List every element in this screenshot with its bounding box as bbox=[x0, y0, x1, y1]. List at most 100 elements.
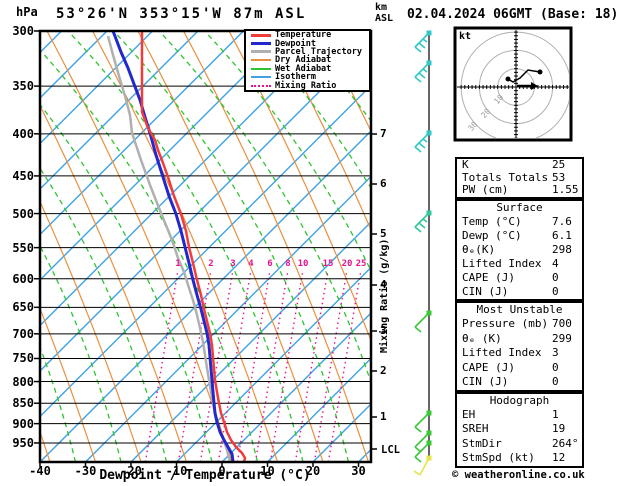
pressure-tick-label: 950 bbox=[12, 435, 34, 450]
panel-row-label: StmSpd (kt) bbox=[462, 450, 535, 464]
lcl-label: LCL bbox=[381, 444, 400, 456]
legend-color-sample-icon bbox=[251, 84, 271, 87]
pressure-tick-label: 500 bbox=[12, 206, 34, 221]
legend-color-sample-icon bbox=[251, 67, 271, 70]
pressure-tick-label: 300 bbox=[12, 24, 34, 38]
pressure-tick-label: 700 bbox=[12, 326, 34, 341]
most-unstable-panel: Most Unstable Pressure (mb) 700 θₑ (K) 299 Li… bbox=[455, 301, 584, 392]
mixing-ratio-tick-label: 8 bbox=[285, 259, 291, 269]
panel-row-label: θₑ(K) bbox=[462, 243, 496, 256]
sounding-screenshot: hPa 53°26'N 353°15'W 87m ASL 02.04.2024 … bbox=[0, 0, 629, 486]
panel-row-value: 0 bbox=[552, 271, 559, 284]
hodograph-wind-trace bbox=[507, 69, 541, 83]
pressure-tick-label: 450 bbox=[12, 168, 34, 183]
panel-row-value: 264° bbox=[552, 436, 579, 450]
pressure-tick-label: 850 bbox=[12, 396, 34, 411]
panel-row: EH 1 bbox=[457, 408, 582, 422]
pressure-tick-label: 800 bbox=[12, 374, 34, 389]
panel-row-label: K bbox=[462, 158, 469, 171]
hodograph-stats-panel: Hodograph EH 1 SREH 19 StmDir 264° StmSpd (kt) 1… bbox=[455, 392, 584, 468]
panel-row: θₑ (K) 299 bbox=[457, 332, 582, 346]
panel-row-label: CAPE (J) bbox=[462, 271, 515, 284]
pressure-axis-unit: hPa bbox=[16, 5, 38, 19]
axis-ticks bbox=[34, 30, 377, 467]
panel-row-label: CAPE (J) bbox=[462, 360, 515, 374]
panel-title: Hodograph bbox=[489, 394, 550, 407]
panel-row: CAPE (J) 0 bbox=[457, 271, 582, 285]
panel-row-value: 6.1 bbox=[552, 229, 572, 242]
panel-row-value: 0 bbox=[552, 360, 559, 374]
panel-row-value: 0 bbox=[552, 375, 559, 389]
surface-panel: Surface Temp (°C) 7.6 Dewp (°C) 6.1 θₑ(K) 298 L… bbox=[455, 199, 584, 301]
legend-color-sample-icon bbox=[251, 59, 271, 62]
panel-row: θₑ(K) 298 bbox=[457, 243, 582, 257]
panel-row: Temp (°C) 7.6 bbox=[457, 215, 582, 229]
panel-row-label: θₑ (K) bbox=[462, 331, 502, 345]
panel-row-label: Totals Totals bbox=[462, 170, 549, 184]
hodograph-unit-label: kt bbox=[459, 31, 472, 42]
panel-row: Dewp (°C) 6.1 bbox=[457, 229, 582, 243]
mixing-ratio-tick-label: 20 bbox=[341, 259, 353, 269]
mixing-ratio-tick-label: 2 bbox=[208, 259, 214, 269]
plot-border bbox=[38, 29, 373, 464]
asl-axis-unit: ASL bbox=[375, 13, 394, 24]
panel-row-label: PW (cm) bbox=[462, 183, 509, 196]
panel-row-value: 299 bbox=[552, 331, 572, 345]
panel-row-label: Lifted Index bbox=[462, 257, 542, 270]
pressure-tick-label: 900 bbox=[12, 416, 34, 431]
panel-row-label: EH bbox=[462, 408, 476, 422]
km-tick-label: 7 bbox=[380, 127, 387, 140]
panel-title: Surface bbox=[496, 201, 543, 214]
panel-row-value: 4 bbox=[552, 257, 559, 270]
panel-row: CIN (J) 0 bbox=[457, 375, 582, 389]
legend-item-label: Mixing Ratio bbox=[275, 80, 337, 91]
panel-row: CIN (J) 0 bbox=[457, 285, 582, 299]
mixing-ratio-lines bbox=[144, 269, 362, 461]
panel-row-label: Lifted Index bbox=[462, 346, 542, 360]
km-tick-label: 1 bbox=[380, 410, 387, 423]
panel-row: CAPE (J) 0 bbox=[457, 361, 582, 375]
mixing-ratio-tick-label: 10 bbox=[297, 259, 309, 269]
panel-row-value: 7.6 bbox=[552, 215, 572, 228]
mixing-ratio-tick-label: 6 bbox=[267, 259, 273, 269]
panel-row-label: Pressure (mb) bbox=[462, 317, 549, 331]
credit-footer: © weatheronline.co.uk bbox=[452, 469, 585, 481]
panel-row-value: 0 bbox=[552, 285, 559, 298]
indices-panel: K 25 Totals Totals 53 PW (cm) 1.55 bbox=[455, 157, 584, 199]
mixing-ratio-tick-label: 25 bbox=[355, 259, 367, 269]
panel-row: SREH 19 bbox=[457, 422, 582, 436]
legend-item-label: Isotherm bbox=[275, 72, 316, 83]
mixing-ratio-axis-label: Mixing Ratio (g/kg) bbox=[379, 238, 390, 353]
legend-color-sample-icon bbox=[251, 33, 271, 37]
km-axis-unit: km bbox=[375, 2, 388, 13]
mixing-ratio-tick-label: 4 bbox=[248, 259, 254, 269]
panel-row-value: 1 bbox=[552, 408, 559, 422]
panel-row: PW (cm) 1.55 bbox=[457, 183, 582, 197]
panel-row-label: CIN (J) bbox=[462, 285, 509, 298]
panel-row-value: 3 bbox=[552, 346, 559, 360]
panel-row: Pressure (mb) 700 bbox=[457, 317, 582, 331]
legend-color-sample-icon bbox=[251, 42, 271, 46]
panel-title: Most Unstable bbox=[476, 303, 563, 316]
panel-row: StmSpd (kt) 12 bbox=[457, 451, 582, 465]
pressure-tick-label: 750 bbox=[12, 351, 34, 366]
datetime-title: 02.04.2024 06GMT (Base: 18) bbox=[407, 7, 619, 22]
panel-row-value: 298 bbox=[552, 243, 572, 256]
legend-item-label: Temperature bbox=[275, 30, 332, 41]
panel-row-label: StmDir bbox=[462, 436, 502, 450]
legend-color-sample-icon bbox=[251, 50, 271, 54]
panel-row-value: 700 bbox=[552, 317, 572, 331]
mixing-ratio-tick-label: 3 bbox=[230, 259, 236, 269]
mixing-ratio-tick-label: 15 bbox=[322, 259, 334, 269]
wind-barb-column bbox=[413, 30, 432, 476]
pressure-tick-label: 600 bbox=[12, 271, 34, 286]
pressure-tick-label: 350 bbox=[12, 79, 34, 94]
mixing-ratio-tick-label: 1 bbox=[175, 259, 181, 269]
pressure-tick-label: 400 bbox=[12, 126, 34, 141]
plot-frame bbox=[38, 29, 373, 464]
pressure-tick-label: 550 bbox=[12, 240, 34, 255]
panel-row-label: CIN (J) bbox=[462, 375, 509, 389]
legend-box: Temperature Dewpoint Parcel Trajectory Dry … bbox=[244, 29, 371, 92]
km-tick-label: 6 bbox=[380, 177, 387, 190]
curve-parcel-trajectory bbox=[106, 35, 232, 461]
